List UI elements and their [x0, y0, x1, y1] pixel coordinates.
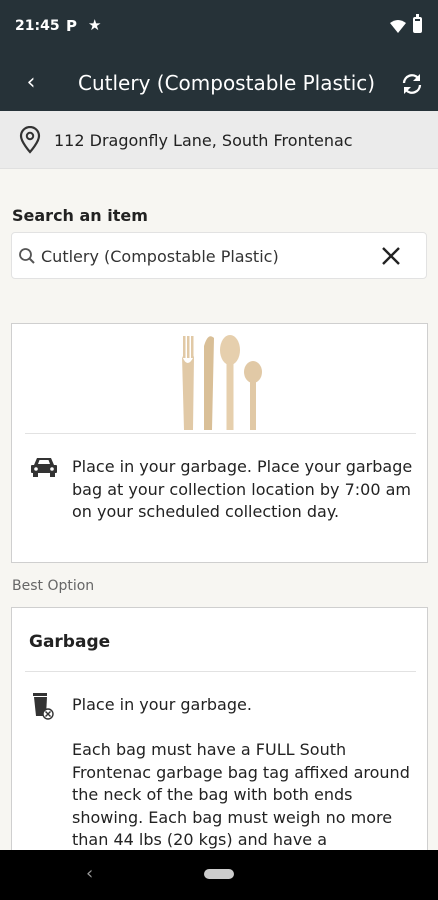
card-divider — [25, 671, 416, 672]
search-value[interactable]: Cutlery (Compostable Plastic) — [41, 247, 279, 266]
item-card: Place in your garbage. Place your garbag… — [11, 323, 428, 563]
nav-home-button[interactable] — [204, 869, 234, 879]
garbage-rules: Each bag must have a FULL South Frontena… — [72, 740, 410, 849]
location-pin-icon — [19, 126, 41, 154]
cutlery-image — [182, 335, 262, 430]
option-title: Garbage — [29, 632, 111, 652]
best-option-label: Best Option — [12, 578, 95, 594]
garbage-summary: Place in your garbage. — [72, 695, 252, 714]
card-divider — [25, 433, 416, 434]
back-button[interactable]: ‹ — [16, 68, 46, 98]
parking-notification-icon: P — [66, 17, 77, 35]
search-label: Search an item — [12, 206, 148, 225]
battery-icon — [413, 14, 422, 33]
wifi-icon — [390, 20, 406, 33]
collection-instruction: Place in your garbage. Place your garbag… — [72, 457, 413, 521]
status-time: 21:45 — [15, 18, 60, 34]
search-icon — [19, 248, 35, 264]
close-icon[interactable] — [378, 243, 404, 269]
address-text: 112 Dragonfly Lane, South Frontenac — [54, 131, 353, 150]
status-bar: 21:45 P ★ — [0, 0, 438, 56]
address-row[interactable]: 112 Dragonfly Lane, South Frontenac — [0, 111, 438, 169]
garbage-bin-icon — [33, 693, 54, 720]
car-icon — [31, 458, 57, 477]
page-title: Cutlery (Compostable Plastic) — [78, 71, 376, 95]
system-nav-bar: ‹ — [0, 850, 438, 900]
app-bar: ‹ Cutlery (Compostable Plastic) — [0, 56, 438, 111]
search-input[interactable]: Cutlery (Compostable Plastic) — [11, 232, 427, 279]
star-notification-icon: ★ — [88, 16, 102, 34]
garbage-option-card: Garbage Place in your garbage. Each bag … — [11, 607, 428, 867]
refresh-icon[interactable] — [398, 70, 426, 98]
nav-back-button[interactable]: ‹ — [86, 863, 93, 884]
